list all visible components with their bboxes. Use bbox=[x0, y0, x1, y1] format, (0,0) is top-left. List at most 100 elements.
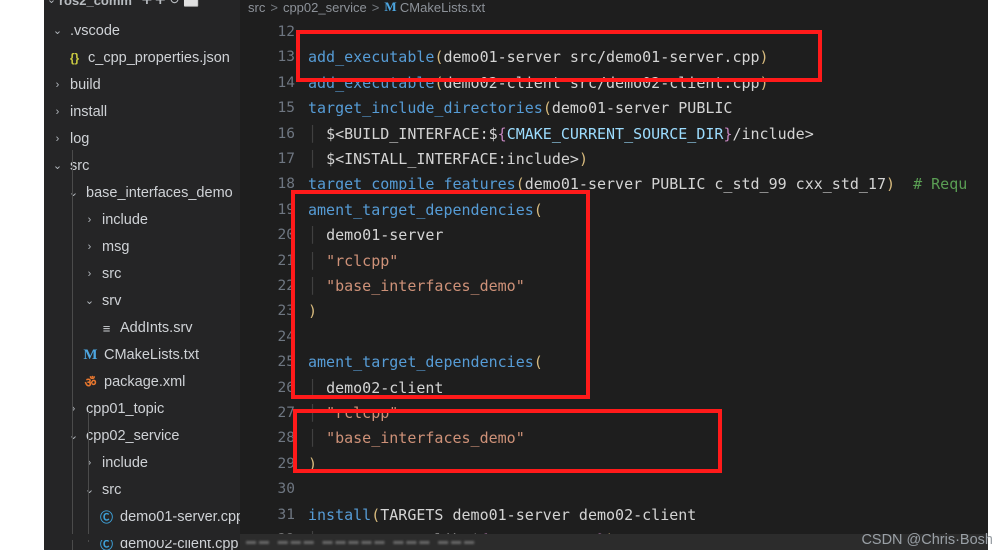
tree-item-srv[interactable]: ⌄ srv bbox=[44, 288, 240, 315]
tree-item-label: build bbox=[70, 77, 101, 93]
line-content: │ "rclcpp" bbox=[308, 401, 398, 426]
line-number: 19 bbox=[277, 201, 295, 218]
code-editor[interactable]: src > cpp02_service > M CMakeLists.txt 12 13 a… bbox=[240, 0, 988, 534]
line-number: 17 bbox=[277, 151, 295, 167]
tree-item-label: msg bbox=[102, 239, 130, 255]
code-line[interactable]: 23) bbox=[240, 299, 988, 324]
tree-item-label: demo01-server.cpp bbox=[120, 509, 240, 525]
tree-item-log[interactable]: › log bbox=[44, 126, 240, 153]
code-line[interactable]: 19 ament_target_dependencies( bbox=[240, 198, 988, 223]
tree-item-cmakelists-txt[interactable]: M CMakeLists.txt bbox=[44, 342, 240, 369]
code-line[interactable]: 14 add_executable(demo02-client src/demo0… bbox=[240, 71, 988, 96]
tree-item-label: include bbox=[102, 212, 148, 228]
chevron-right-icon[interactable]: › bbox=[82, 234, 97, 261]
code-token: { bbox=[497, 124, 507, 143]
chevron-right-icon[interactable]: › bbox=[82, 450, 97, 477]
code-line[interactable]: 24 bbox=[240, 325, 988, 350]
line-content: │ "base_interfaces_demo" bbox=[308, 274, 525, 299]
tree-item-label: cpp01_topic bbox=[86, 401, 165, 417]
xml-icon: ॐ bbox=[84, 375, 97, 390]
code-lines[interactable]: 12 13 add_executable(demo01-server src/dem… bbox=[240, 14, 988, 534]
code-line[interactable]: 18 target_compile_features(demo01-server … bbox=[240, 172, 988, 197]
explorer-actions[interactable]: ➕︎ ➕︎ ↻ ⬜ bbox=[142, 0, 200, 7]
tree-item-install[interactable]: › install bbox=[44, 99, 240, 126]
code-token: │ bbox=[308, 124, 327, 143]
chevron-right-icon[interactable]: › bbox=[50, 126, 65, 153]
chevron-right-icon[interactable]: › bbox=[82, 207, 97, 234]
code-line[interactable]: 16 │ $<BUILD_INTERFACE:${CMAKE_CURRENT_SO… bbox=[240, 122, 988, 147]
tree-item-msg[interactable]: › msg bbox=[44, 234, 240, 261]
workspace-folder-header[interactable]: ⌄ros2_comm ➕︎ ➕︎ ↻ ⬜ bbox=[44, 0, 240, 13]
line-content: │ $<INSTALL_INTERFACE:include>) bbox=[308, 147, 588, 172]
chevron-down-icon[interactable]: ⌄ bbox=[66, 423, 81, 450]
code-line[interactable]: 30 bbox=[240, 477, 988, 502]
tree-item-label: srv bbox=[102, 293, 122, 309]
code-line[interactable]: 20 │ demo01-server bbox=[240, 223, 988, 248]
code-line[interactable]: 12 bbox=[240, 20, 988, 45]
line-content: │ "rclcpp" bbox=[308, 249, 398, 274]
right-white-margin bbox=[988, 0, 999, 550]
line-content: install(TARGETS demo01-server demo02-cli… bbox=[308, 503, 696, 528]
line-content: ament_target_dependencies( bbox=[308, 350, 543, 375]
line-content: add_executable(demo02-client src/demo02-… bbox=[308, 71, 769, 96]
code-line[interactable]: 25 ament_target_dependencies( bbox=[240, 350, 988, 375]
code-line[interactable]: 22 │ "base_interfaces_demo" bbox=[240, 274, 988, 299]
line-number: 23 bbox=[277, 303, 295, 320]
code-line[interactable]: 15 target_include_directories(demo01-serv… bbox=[240, 96, 988, 121]
srv-file-icon: ≡ bbox=[102, 321, 111, 336]
chevron-down-icon[interactable]: ⌄ bbox=[50, 153, 65, 180]
tree-item-src[interactable]: ⌄ src bbox=[44, 153, 240, 180]
tree-item-demo01-server-cpp[interactable]: Ⓒdemo01-server.cpp bbox=[44, 504, 240, 531]
tree-item-c-cpp-properties-json[interactable]: {} c_cpp_properties.json bbox=[44, 45, 240, 72]
tree-item-label: log bbox=[70, 131, 90, 147]
code-token: ament_target_dependencies bbox=[308, 353, 534, 372]
code-token: # Requ bbox=[895, 175, 968, 194]
chevron-down-icon[interactable]: ⌄ bbox=[44, 0, 59, 14]
tree-item-include[interactable]: › include bbox=[44, 450, 240, 477]
code-token: ) bbox=[759, 73, 769, 92]
tree-item-src[interactable]: › src bbox=[44, 261, 240, 288]
chevron-down-icon[interactable]: ⌄ bbox=[82, 477, 97, 504]
chevron-down-icon[interactable]: ⌄ bbox=[82, 288, 97, 315]
tree-item-package-xml[interactable]: ॐ package.xml bbox=[44, 369, 240, 396]
cmake-m-icon: M bbox=[384, 0, 400, 14]
tree-item-label: package.xml bbox=[104, 374, 186, 390]
tree-item-label: .vscode bbox=[70, 23, 120, 39]
code-token: │ bbox=[308, 429, 327, 448]
chevron-down-icon[interactable]: ⌄ bbox=[66, 180, 81, 207]
code-token: ( bbox=[533, 353, 543, 372]
chevron-right-icon[interactable]: › bbox=[50, 72, 65, 99]
line-number: 20 bbox=[277, 227, 295, 244]
code-line[interactable]: 17 │ $<INSTALL_INTERFACE:include>) bbox=[240, 147, 988, 172]
code-line[interactable]: 31 install(TARGETS demo01-server demo02-c… bbox=[240, 503, 988, 528]
code-line[interactable]: 21 │ "rclcpp" bbox=[240, 249, 988, 274]
code-line[interactable]: 26 │ demo02-client bbox=[240, 376, 988, 401]
tree-item--vscode[interactable]: ⌄ .vscode bbox=[44, 18, 240, 45]
code-line[interactable]: 28 │ "base_interfaces_demo" bbox=[240, 426, 988, 451]
code-line[interactable]: 27 │ "rclcpp" bbox=[240, 401, 988, 426]
code-line[interactable]: 13 add_executable(demo01-server src/demo0… bbox=[240, 45, 988, 70]
chevron-down-icon[interactable]: ⌄ bbox=[50, 18, 65, 45]
tree-item-base-interfaces-demo[interactable]: ⌄ base_interfaces_demo bbox=[44, 180, 240, 207]
tree-item-build[interactable]: › build bbox=[44, 72, 240, 99]
chevron-right-icon[interactable]: › bbox=[66, 396, 81, 423]
tree-item-cpp01-topic[interactable]: › cpp01_topic bbox=[44, 396, 240, 423]
code-line[interactable]: 29) bbox=[240, 452, 988, 477]
line-content: ament_target_dependencies( bbox=[308, 198, 543, 223]
chevron-right-icon[interactable]: › bbox=[82, 261, 97, 288]
line-number: 30 bbox=[277, 481, 295, 498]
line-content: │ demo02-client bbox=[308, 376, 443, 401]
code-token: ( bbox=[533, 200, 543, 219]
tree-item-cpp02-service[interactable]: ⌄ cpp02_service bbox=[44, 423, 240, 450]
tree-item-include[interactable]: › include bbox=[44, 207, 240, 234]
code-token: │ bbox=[308, 226, 327, 245]
line-number: 29 bbox=[277, 455, 295, 472]
tree-item-addints-srv[interactable]: ≡ AddInts.srv bbox=[44, 315, 240, 342]
line-number: 26 bbox=[277, 379, 295, 396]
code-token: ( bbox=[542, 99, 552, 118]
chevron-right-icon[interactable]: › bbox=[50, 99, 65, 126]
code-token: demo01-server PUBLIC c_std_99 cxx_std_17 bbox=[524, 175, 886, 194]
tree-item-src[interactable]: ⌄ src bbox=[44, 477, 240, 504]
line-number: 27 bbox=[277, 405, 295, 421]
line-content: ) bbox=[308, 452, 317, 477]
